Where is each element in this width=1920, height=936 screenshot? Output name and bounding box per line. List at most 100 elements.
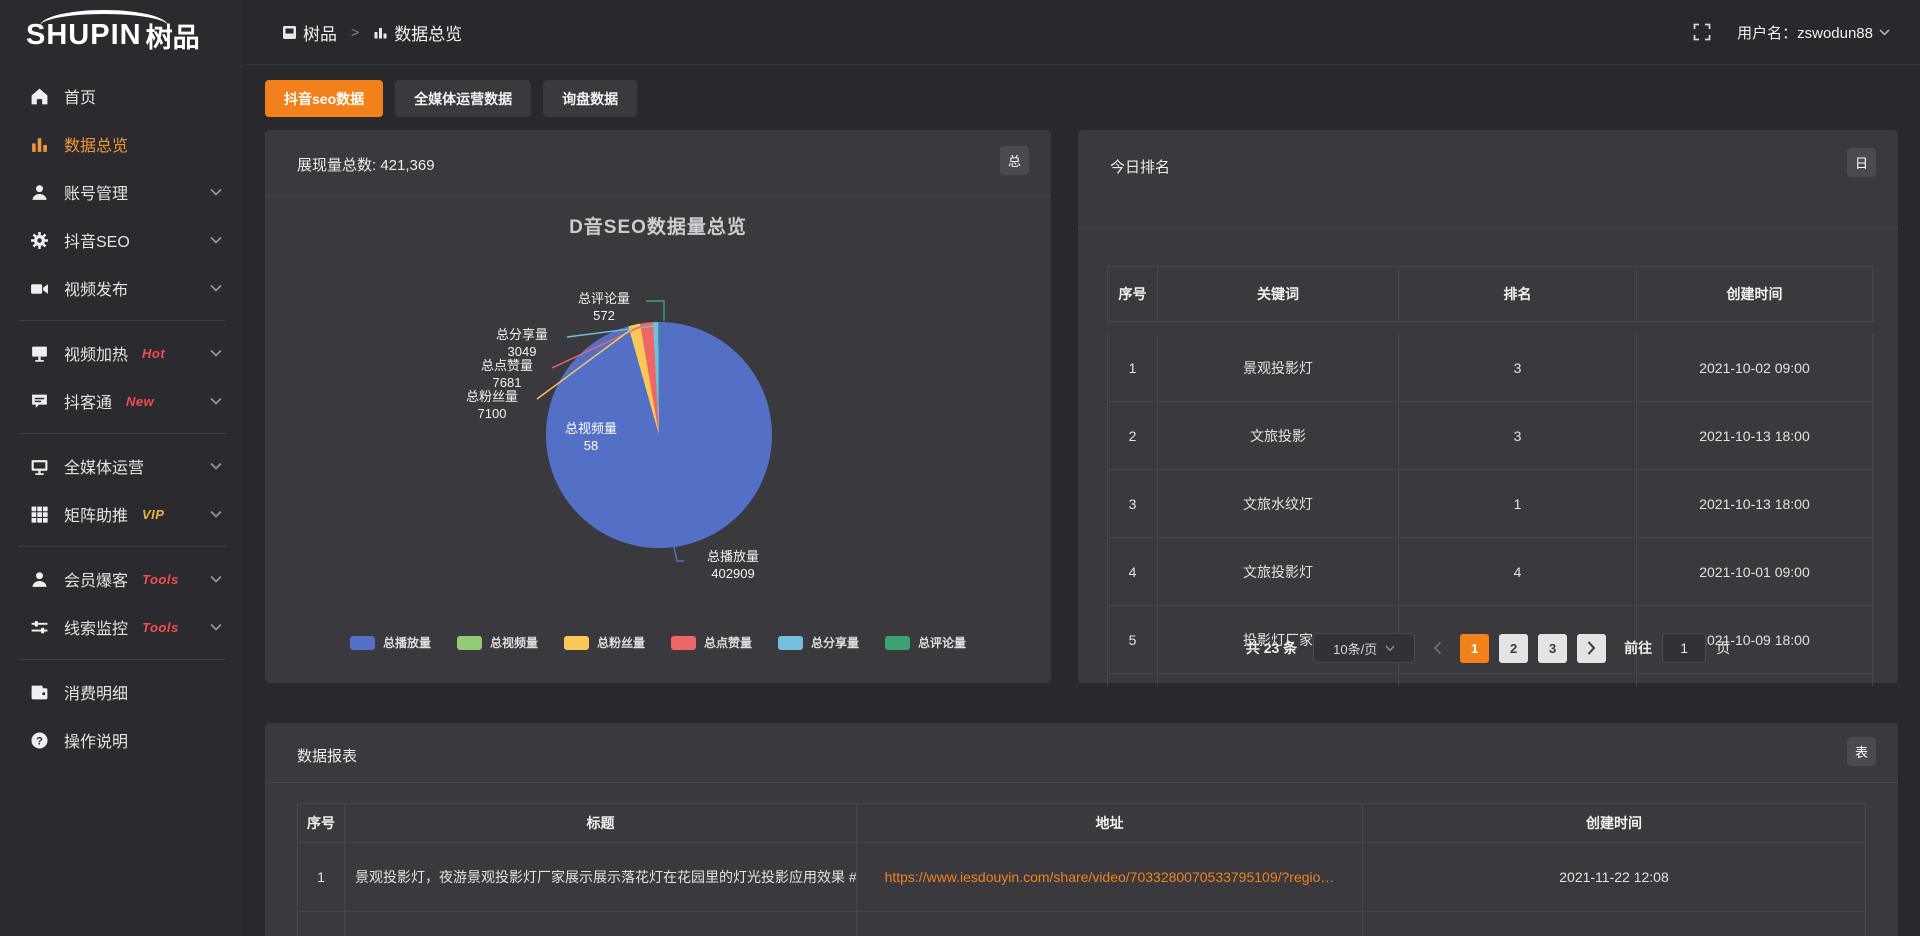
sidebar-item-label: 操作说明 bbox=[64, 728, 128, 752]
table-cell: 1 bbox=[297, 843, 345, 912]
day-badge-button[interactable]: 日 bbox=[1847, 148, 1876, 177]
legend-item[interactable]: 总点赞量 bbox=[671, 634, 752, 651]
table-cell: 景观投影灯 bbox=[1158, 334, 1399, 402]
tools-badge: Tools bbox=[142, 572, 179, 587]
table-cell: 3 bbox=[1399, 402, 1637, 470]
table-badge-button[interactable]: 表 bbox=[1847, 737, 1876, 766]
brand-logo[interactable]: SHUPIN 树品 bbox=[0, 0, 244, 70]
sidebar-item-account[interactable]: 账号管理 bbox=[0, 168, 244, 216]
chevron-down-icon bbox=[210, 349, 222, 357]
sidebar-item-consumption[interactable]: 消费明细 bbox=[0, 668, 244, 716]
tab-douyin-seo-data[interactable]: 抖音seo数据 bbox=[265, 80, 383, 117]
sidebar-item-help[interactable]: ? 操作说明 bbox=[0, 716, 244, 764]
today-ranking-panel: 今日排名 日 序号 关键词 排名 创建时间 1 景观投影灯 3 2021-10-… bbox=[1078, 130, 1898, 683]
ranking-table: 序号 关键词 排名 创建时间 1 景观投影灯 3 2021-10-02 09:0… bbox=[1107, 266, 1873, 742]
dashboard-page: SHUPIN 树品 首页 数据总览 账号管理 抖音SEO bbox=[0, 0, 1920, 936]
ranking-panel-title: 今日排名 bbox=[1110, 156, 1170, 177]
pagination: 共 23 条 10条/页 1 2 3 前往 页 bbox=[1078, 633, 1898, 663]
sidebar-item-matrix-boost[interactable]: 矩阵助推 VIP bbox=[0, 490, 244, 538]
table-row-stub bbox=[857, 912, 1363, 936]
breadcrumb-separator: > bbox=[351, 24, 359, 40]
sidebar-item-video-publish[interactable]: 视频发布 bbox=[0, 264, 244, 312]
gear-icon bbox=[30, 231, 49, 250]
sidebar-item-label: 矩阵助推 bbox=[64, 502, 128, 526]
panel-divider bbox=[265, 196, 1051, 197]
sidebar-item-label: 首页 bbox=[64, 84, 96, 108]
goto-page-input[interactable] bbox=[1662, 633, 1706, 663]
sidebar-item-douketong[interactable]: 抖客通 New bbox=[0, 377, 244, 425]
user-menu[interactable]: 用户名：zswodun88 bbox=[1737, 22, 1890, 43]
goto-label: 前往 bbox=[1624, 638, 1652, 658]
chat-bubble-icon bbox=[30, 392, 49, 411]
sidebar-item-label: 消费明细 bbox=[64, 680, 128, 704]
breadcrumb-current[interactable]: 数据总览 bbox=[394, 20, 462, 45]
table-cell: 2021-10-13 18:00 bbox=[1637, 470, 1873, 538]
legend-item[interactable]: 总视频量 bbox=[457, 634, 538, 651]
pie-label-shares: 总分享量3049 bbox=[480, 326, 564, 360]
table-row-stub bbox=[1637, 674, 1873, 686]
wallet-icon bbox=[30, 683, 49, 702]
chevron-down-icon bbox=[210, 510, 222, 518]
menu-divider bbox=[18, 546, 226, 547]
sidebar-item-clue-monitor[interactable]: 线索监控 Tools bbox=[0, 603, 244, 651]
table-cell: 2021-10-01 09:00 bbox=[1637, 538, 1873, 606]
page-button-3[interactable]: 3 bbox=[1538, 634, 1567, 663]
data-report-panel: 数据报表 表 序号 标题 地址 创建时间 1 景观投影灯，夜游景观投影灯厂家展示… bbox=[265, 723, 1898, 936]
menu-divider bbox=[18, 433, 226, 434]
video-camera-icon bbox=[30, 279, 49, 298]
tab-inquiry-data[interactable]: 询盘数据 bbox=[543, 80, 637, 117]
fullscreen-icon[interactable] bbox=[1693, 23, 1711, 41]
monitor-icon bbox=[30, 457, 49, 476]
sidebar-item-member-baoke[interactable]: 会员爆客 Tools bbox=[0, 555, 244, 603]
legend-item[interactable]: 总粉丝量 bbox=[564, 634, 645, 651]
chevron-down-icon bbox=[210, 188, 222, 196]
legend-swatch bbox=[457, 636, 482, 650]
question-icon: ? bbox=[30, 731, 49, 750]
panel-divider bbox=[1078, 227, 1898, 228]
legend-swatch bbox=[885, 636, 910, 650]
sidebar-item-video-heat[interactable]: 视频加热 Hot bbox=[0, 329, 244, 377]
new-badge: New bbox=[126, 394, 154, 409]
page-button-1[interactable]: 1 bbox=[1460, 634, 1489, 663]
legend-item[interactable]: 总分享量 bbox=[778, 634, 859, 651]
table-cell: 1 bbox=[1399, 470, 1637, 538]
table-cell: 4 bbox=[1107, 538, 1158, 606]
table-row-stub bbox=[345, 912, 857, 936]
table-cell: 文旅水纹灯 bbox=[1158, 470, 1399, 538]
sidebar-item-label: 抖音SEO bbox=[64, 228, 130, 252]
total-badge-button[interactable]: 总 bbox=[1000, 146, 1029, 175]
seo-overview-panel: 展现量总数: 421,369 总 D音SEO数据量总览 总评论量572 总分享量… bbox=[265, 130, 1051, 683]
sidebar-item-douyin-seo[interactable]: 抖音SEO bbox=[0, 216, 244, 264]
legend-item[interactable]: 总播放量 bbox=[350, 634, 431, 651]
column-header: 序号 bbox=[297, 803, 345, 843]
pie-label-likes: 总点赞量7681 bbox=[465, 357, 549, 391]
table-cell: 2021-10-02 09:00 bbox=[1637, 334, 1873, 402]
breadcrumb-root[interactable]: 树品 bbox=[303, 20, 337, 45]
legend-item[interactable]: 总评论量 bbox=[885, 634, 966, 651]
hot-badge: Hot bbox=[142, 346, 165, 361]
table-row-stub bbox=[1363, 912, 1866, 936]
tab-all-media-data[interactable]: 全媒体运营数据 bbox=[395, 80, 531, 117]
page-button-2[interactable]: 2 bbox=[1499, 634, 1528, 663]
sidebar-item-all-media[interactable]: 全媒体运营 bbox=[0, 442, 244, 490]
prev-page-button[interactable] bbox=[1425, 641, 1450, 655]
column-header: 排名 bbox=[1399, 266, 1637, 322]
chart-legend: 总播放量 总视频量 总粉丝量 总点赞量 总分享量 总评论量 bbox=[265, 634, 1051, 651]
column-header: 标题 bbox=[345, 803, 857, 843]
video-link[interactable]: https://www.iesdouyin.com/share/video/70… bbox=[857, 843, 1363, 912]
table-cell: 4 bbox=[1399, 538, 1637, 606]
legend-swatch bbox=[778, 636, 803, 650]
bar-chart-icon bbox=[30, 135, 49, 154]
pie-label-comments: 总评论量572 bbox=[562, 290, 646, 324]
sidebar: SHUPIN 树品 首页 数据总览 账号管理 抖音SEO bbox=[0, 0, 245, 936]
sidebar-item-data-overview[interactable]: 数据总览 bbox=[0, 120, 244, 168]
next-page-button[interactable] bbox=[1577, 634, 1606, 663]
pie-chart-title: D音SEO数据量总览 bbox=[265, 212, 1051, 239]
page-size-select[interactable]: 10条/页 bbox=[1313, 633, 1415, 663]
user-icon bbox=[30, 183, 49, 202]
video-title-cell: 景观投影灯，夜游景观投影灯厂家展示展示落花灯在花园里的灯光投影应用效果 # bbox=[345, 843, 857, 912]
table-cell: 2021-10-13 18:00 bbox=[1637, 402, 1873, 470]
sidebar-item-home[interactable]: 首页 bbox=[0, 72, 244, 120]
pie-label-fans: 总粉丝量7100 bbox=[450, 388, 534, 422]
impressions-total: 展现量总数: 421,369 bbox=[297, 154, 435, 175]
